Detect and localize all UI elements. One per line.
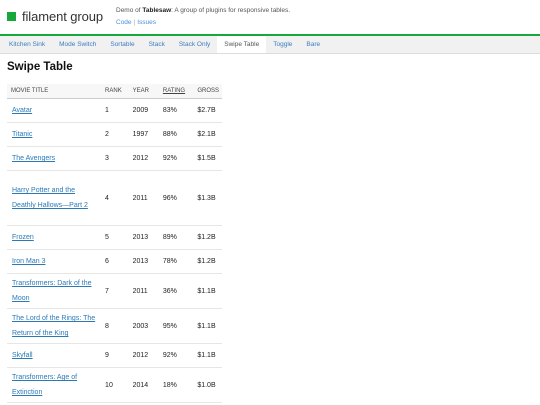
column-header-rank[interactable]: RANK	[102, 84, 130, 99]
gross-cell: $1.2B	[194, 225, 222, 250]
year-cell: 2014	[129, 367, 160, 403]
movie-title-cell: Transformers: Age of Extinction	[7, 367, 103, 403]
movie-title-link[interactable]: Skyfall	[12, 352, 33, 359]
movie-title-cell: Titanic	[7, 122, 103, 147]
column-header-year[interactable]: YEAR	[129, 84, 160, 99]
movie-title-link[interactable]: Avatar	[12, 107, 32, 114]
gross-cell: $2.1B	[194, 122, 222, 147]
rating-cell: 92%	[159, 146, 195, 171]
movie-title-link[interactable]: Transformers: Age of Extinction	[12, 374, 77, 396]
table-row: The Avengers 3 2012 92% $1.5B	[7, 146, 222, 171]
rank-cell: 2	[102, 122, 130, 147]
demo-product: Tablesaw	[142, 7, 172, 14]
tab-stack-only[interactable]: Stack Only	[172, 36, 217, 53]
brand-name: filament group	[22, 9, 103, 24]
tab-sortable[interactable]: Sortable	[103, 36, 141, 53]
rating-cell: 88%	[159, 122, 195, 147]
year-cell: 2011	[129, 273, 160, 309]
movies-table: MOVIE TITLE RANK YEAR RATING GROSS Avata…	[7, 84, 222, 403]
rating-cell: 36%	[159, 273, 195, 309]
table-row: Transformers: Dark of the Moon 7 2011 36…	[7, 273, 222, 309]
movie-title-link[interactable]: The Lord of the Rings: The Return of the…	[12, 315, 95, 337]
rating-cell: 96%	[159, 170, 195, 226]
demo-prefix: Demo of	[116, 7, 143, 14]
column-header-rating[interactable]: RATING	[159, 84, 195, 99]
year-cell: 2013	[129, 249, 160, 274]
movie-title-cell: The Lord of the Rings: The Return of the…	[7, 308, 103, 344]
gross-cell: $1.1B	[194, 308, 222, 344]
rating-cell: 92%	[159, 343, 195, 368]
rank-cell: 5	[102, 225, 130, 250]
movie-title-link[interactable]: The Avengers	[12, 155, 55, 162]
rating-cell: 18%	[159, 367, 195, 403]
table-row: Iron Man 3 6 2013 78% $1.2B	[7, 249, 222, 274]
year-cell: 2009	[129, 98, 160, 123]
year-cell: 2012	[129, 343, 160, 368]
demo-links: Code | Issues	[116, 19, 156, 26]
page-title: Swipe Table	[7, 61, 73, 73]
column-header-title[interactable]: MOVIE TITLE	[7, 84, 103, 99]
tab-toggle[interactable]: Toggle	[266, 36, 299, 53]
rating-cell: 78%	[159, 249, 195, 274]
rating-cell: 95%	[159, 308, 195, 344]
demo-suffix: : A group of plugins for responsive tabl…	[171, 7, 291, 14]
movie-title-cell: The Avengers	[7, 146, 103, 171]
table-row: Skyfall 9 2012 92% $1.1B	[7, 343, 222, 368]
year-cell: 2011	[129, 170, 160, 226]
brand-logo-icon	[7, 12, 16, 21]
table-header-row: MOVIE TITLE RANK YEAR RATING GROSS	[7, 84, 222, 99]
year-cell: 2013	[129, 225, 160, 250]
table-row: The Lord of the Rings: The Return of the…	[7, 308, 222, 344]
rank-cell: 4	[102, 170, 130, 226]
movie-title-cell: Frozen	[7, 225, 103, 250]
year-cell: 1997	[129, 122, 160, 147]
movie-title-link[interactable]: Iron Man 3	[12, 258, 45, 265]
rank-cell: 7	[102, 273, 130, 309]
gross-cell: $1.3B	[194, 170, 222, 226]
tab-stack[interactable]: Stack	[142, 36, 172, 53]
year-cell: 2012	[129, 146, 160, 171]
brand[interactable]: filament group	[7, 9, 103, 24]
tab-swipe-table[interactable]: Swipe Table	[217, 36, 267, 53]
table-row: Transformers: Age of Extinction 10 2014 …	[7, 367, 222, 403]
tab-kitchen-sink[interactable]: Kitchen Sink	[2, 36, 52, 53]
rank-cell: 6	[102, 249, 130, 274]
table-row: Titanic 2 1997 88% $2.1B	[7, 122, 222, 147]
demo-description: Demo of Tablesaw: A group of plugins for…	[116, 7, 290, 14]
table-row: Frozen 5 2013 89% $1.2B	[7, 225, 222, 250]
gross-cell: $1.0B	[194, 367, 222, 403]
movie-title-link[interactable]: Harry Potter and the Deathly Hallows—Par…	[12, 187, 88, 209]
table-row: Avatar 1 2009 83% $2.7B	[7, 98, 222, 123]
movie-title-cell: Avatar	[7, 98, 103, 123]
movie-title-cell: Harry Potter and the Deathly Hallows—Par…	[7, 170, 103, 226]
issues-link[interactable]: Issues	[137, 19, 156, 26]
rank-cell: 1	[102, 98, 130, 123]
movie-title-cell: Transformers: Dark of the Moon	[7, 273, 103, 309]
gross-cell: $2.7B	[194, 98, 222, 123]
gross-cell: $1.1B	[194, 343, 222, 368]
rank-cell: 10	[102, 367, 130, 403]
year-cell: 2003	[129, 308, 160, 344]
demo-nav: Kitchen Sink Mode Switch Sortable Stack …	[0, 36, 540, 54]
rating-cell: 89%	[159, 225, 195, 250]
movie-title-link[interactable]: Transformers: Dark of the Moon	[12, 280, 92, 302]
movie-title-link[interactable]: Frozen	[12, 234, 34, 241]
movie-title-cell: Iron Man 3	[7, 249, 103, 274]
tab-mode-switch[interactable]: Mode Switch	[52, 36, 103, 53]
gross-cell: $1.2B	[194, 249, 222, 274]
movie-title-link[interactable]: Titanic	[12, 131, 32, 138]
gross-cell: $1.5B	[194, 146, 222, 171]
link-separator: |	[133, 19, 136, 26]
table-row: Harry Potter and the Deathly Hallows—Par…	[7, 170, 222, 226]
rank-cell: 3	[102, 146, 130, 171]
rating-cell: 83%	[159, 98, 195, 123]
site-header: filament group Demo of Tablesaw: A group…	[0, 0, 540, 34]
movie-title-cell: Skyfall	[7, 343, 103, 368]
tab-bare[interactable]: Bare	[299, 36, 327, 53]
code-link[interactable]: Code	[116, 19, 132, 26]
gross-cell: $1.1B	[194, 273, 222, 309]
column-header-gross[interactable]: GROSS	[194, 84, 222, 99]
rank-cell: 8	[102, 308, 130, 344]
rank-cell: 9	[102, 343, 130, 368]
